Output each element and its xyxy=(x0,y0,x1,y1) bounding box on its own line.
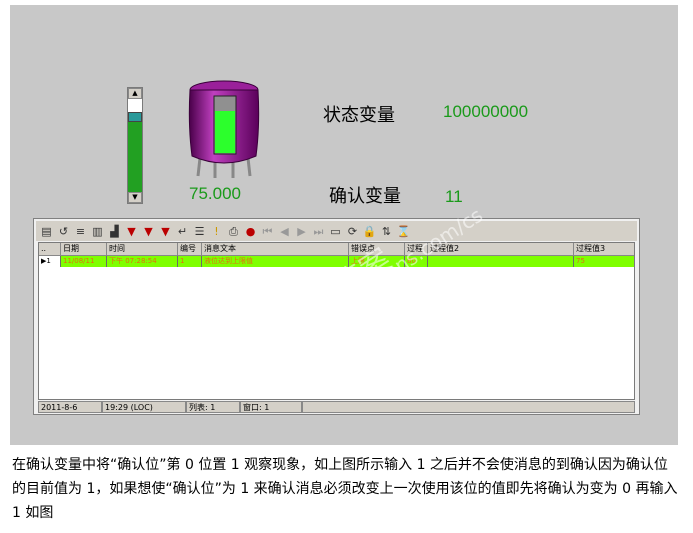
column-header-process-value2[interactable]: 过程值2 xyxy=(428,243,574,255)
group-acknowledge-icon[interactable]: ▼ xyxy=(158,224,173,239)
history-list-icon[interactable]: ↺ xyxy=(56,224,71,239)
next-message-icon[interactable]: ▶ xyxy=(294,224,309,239)
row-error-point: 上限 xyxy=(349,256,405,267)
ack-variable-label: 确认变量 xyxy=(329,186,401,207)
tank-leg xyxy=(246,157,252,177)
comment-icon[interactable]: ▭ xyxy=(328,224,343,239)
status-window-count: 窗口: 1 xyxy=(240,401,302,413)
status-empty xyxy=(302,401,635,413)
status-time: 19:29 (LOC) xyxy=(102,401,186,413)
status-list-count: 列表: 1 xyxy=(186,401,240,413)
column-header-message-text[interactable]: 消息文本 xyxy=(202,243,349,255)
row-time: 下午 07:28:54 xyxy=(107,256,178,267)
alarm-status-bar: 2011-8-6 19:29 (LOC) 列表: 1 窗口: 1 xyxy=(38,401,635,413)
tank-leg xyxy=(196,157,202,177)
loop-in-alarm-icon[interactable]: ↵ xyxy=(175,224,190,239)
table-row[interactable]: ▶1 11/08/11 下午 07:28:54 1 液位达到上限值 上限 80 … xyxy=(39,256,634,267)
slider-down-arrow-icon[interactable]: ▼ xyxy=(128,192,142,203)
last-message-icon[interactable]: ⏭ xyxy=(311,224,326,239)
message-list-icon[interactable]: ▤ xyxy=(39,224,54,239)
selection-icon[interactable]: ☰ xyxy=(192,224,207,239)
alarm-toolbar: ▤ ↺ ≡ ▥ ▟ ▼ ▼ ▼ ↵ ☰ ! ⎙ ● ⏮ ◀ ▶ ⏭ ▭ ⟳ 🔒 … xyxy=(36,221,637,241)
column-header-index[interactable]: .. xyxy=(39,243,61,255)
acknowledge-all-icon[interactable]: ▼ xyxy=(141,224,156,239)
row-process-value3: 75 xyxy=(576,257,585,265)
status-variable-value: 100000000 xyxy=(443,102,529,121)
column-header-number[interactable]: 编号 xyxy=(178,243,202,255)
autoscroll-icon[interactable]: ⟳ xyxy=(345,224,360,239)
sort-icon[interactable]: ⇅ xyxy=(379,224,394,239)
emergency-ack-icon[interactable]: ● xyxy=(243,224,258,239)
first-message-icon[interactable]: ⏮ xyxy=(260,224,275,239)
column-header-process-value3[interactable]: 过程值3 xyxy=(574,243,634,255)
status-variable-label: 状态变量 xyxy=(323,105,395,126)
acknowledge-icon[interactable]: ▼ xyxy=(124,224,139,239)
tank-level-fill xyxy=(215,111,235,153)
ack-variable-value[interactable]: 11 xyxy=(445,187,463,207)
lock-list-icon[interactable]: ▥ xyxy=(90,224,105,239)
row-marker: ▶1 xyxy=(39,256,61,267)
info-text-icon[interactable]: ! xyxy=(209,224,224,239)
tank-value: 75.000 xyxy=(189,184,241,203)
caption-text: 在确认变量中将“确认位”第 0 位置 1 观察现象，如上图所示输入 1 之后并不… xyxy=(12,457,678,521)
column-header-date[interactable]: 日期 xyxy=(61,243,107,255)
row-message-text: 液位达到上限值 xyxy=(202,256,349,267)
previous-message-icon[interactable]: ◀ xyxy=(277,224,292,239)
row-number: 1 xyxy=(178,256,202,267)
row-process: 80 xyxy=(405,256,428,267)
lock-icon[interactable]: 🔒 xyxy=(362,224,377,239)
column-header-process[interactable]: 过程 xyxy=(405,243,428,255)
time-base-icon[interactable]: ⌛ xyxy=(396,224,411,239)
archive-list-icon[interactable]: ≡ xyxy=(73,224,88,239)
slider-up-arrow-icon[interactable]: ▲ xyxy=(128,88,142,99)
slider-fill xyxy=(128,122,142,192)
slider-thumb[interactable] xyxy=(128,112,142,122)
alarm-table: .. 日期 时间 编号 消息文本 错误点 过程 过程值2 过程值3 ▶1 11/… xyxy=(38,242,635,400)
tank-graphic xyxy=(188,80,260,178)
alarm-table-header: .. 日期 时间 编号 消息文本 错误点 过程 过程值2 过程值3 xyxy=(39,243,634,256)
statistics-icon[interactable]: ▟ xyxy=(107,224,122,239)
column-header-error-point[interactable]: 错误点 xyxy=(349,243,405,255)
column-header-time[interactable]: 时间 xyxy=(107,243,178,255)
print-icon[interactable]: ⎙ xyxy=(226,224,241,239)
row-process-value2 xyxy=(428,256,574,267)
status-date: 2011-8-6 xyxy=(38,401,102,413)
level-slider[interactable]: ▲ ▼ xyxy=(127,87,143,204)
row-date: 11/08/11 xyxy=(61,256,107,267)
alarm-control: ▤ ↺ ≡ ▥ ▟ ▼ ▼ ▼ ↵ ☰ ! ⎙ ● ⏮ ◀ ▶ ⏭ ▭ ⟳ 🔒 … xyxy=(33,218,640,415)
